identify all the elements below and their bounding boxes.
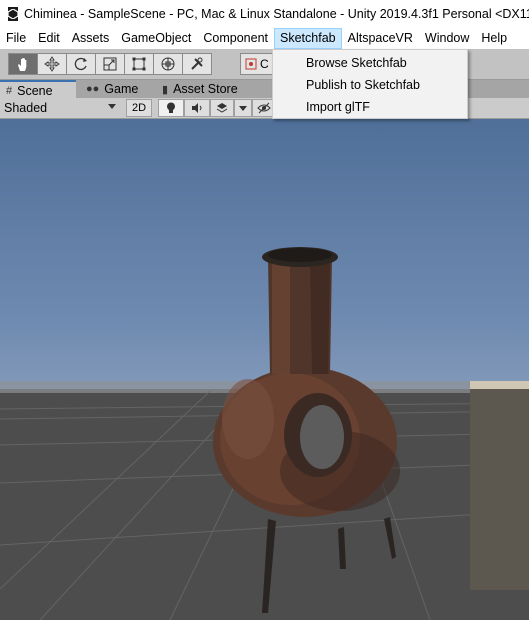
unity-icon xyxy=(8,7,18,21)
tab-scene-label: Scene xyxy=(17,83,53,98)
bag-icon: ▮ xyxy=(162,83,169,96)
menu-edit[interactable]: Edit xyxy=(32,28,66,49)
tab-scene[interactable]: # Scene xyxy=(0,80,76,99)
transform-tools xyxy=(8,53,212,75)
tab-asset-store[interactable]: ▮ Asset Store xyxy=(156,80,266,98)
shading-mode-value: Shaded xyxy=(4,101,48,115)
move-tool-button[interactable] xyxy=(37,53,67,75)
custom-tool-button[interactable] xyxy=(182,53,212,75)
speaker-icon xyxy=(192,103,202,113)
box-top xyxy=(470,381,529,389)
box-object xyxy=(470,385,529,590)
title-bar: Chiminea - SampleScene - PC, Mac & Linux… xyxy=(0,0,529,28)
chevron-down-icon xyxy=(108,104,116,109)
menu-item-browse-sketchfab[interactable]: Browse Sketchfab xyxy=(273,52,467,74)
pivot-icon xyxy=(245,58,257,70)
hand-tool-icon xyxy=(18,58,27,71)
menu-altspacevr[interactable]: AltspaceVR xyxy=(342,28,419,49)
menu-gameobject[interactable]: GameObject xyxy=(115,28,197,49)
menu-help[interactable]: Help xyxy=(475,28,513,49)
hand-tool-button[interactable] xyxy=(8,53,38,75)
layers-icon xyxy=(216,103,228,113)
sketchfab-dropdown-menu: Browse Sketchfab Publish to Sketchfab Im… xyxy=(272,49,468,119)
scale-tool-button[interactable] xyxy=(95,53,125,75)
rect-tool-button[interactable] xyxy=(124,53,154,75)
shading-mode-dropdown[interactable]: Shaded xyxy=(2,99,120,117)
menu-assets[interactable]: Assets xyxy=(66,28,116,49)
gamepad-icon: ●● xyxy=(86,83,100,95)
rect-tool-icon xyxy=(132,57,146,71)
grid-icon: # xyxy=(6,84,13,97)
mode-2d-label: 2D xyxy=(131,102,147,114)
move-tool-icon xyxy=(44,56,60,72)
custom-tool-icon xyxy=(191,57,203,70)
scene-viewport[interactable] xyxy=(0,119,529,620)
rotate-tool-icon xyxy=(74,57,87,71)
menu-bar: File Edit Assets GameObject Component Sk… xyxy=(0,28,529,49)
menu-item-publish-to-sketchfab[interactable]: Publish to Sketchfab xyxy=(273,74,467,96)
menu-window[interactable]: Window xyxy=(419,28,475,49)
audio-toggle[interactable] xyxy=(184,99,210,117)
rotate-tool-button[interactable] xyxy=(66,53,96,75)
caret-down-icon xyxy=(239,105,247,111)
menu-component[interactable]: Component xyxy=(197,28,274,49)
mode-2d-button[interactable]: 2D xyxy=(126,99,152,117)
transform-tool-icon xyxy=(161,57,175,71)
scene-render xyxy=(0,247,529,620)
lighting-toggle[interactable] xyxy=(158,99,184,117)
menu-item-import-gltf[interactable]: Import glTF xyxy=(273,96,467,118)
transform-tool-button[interactable] xyxy=(153,53,183,75)
menu-file[interactable]: File xyxy=(0,28,32,49)
pivot-label: C xyxy=(260,57,269,71)
eye-slash-icon xyxy=(257,102,271,114)
menu-sketchfab[interactable]: Sketchfab xyxy=(274,28,342,49)
window-title: Chiminea - SampleScene - PC, Mac & Linux… xyxy=(24,7,529,21)
effects-toggle[interactable] xyxy=(210,99,234,117)
lightbulb-icon xyxy=(167,102,175,113)
effects-dropdown[interactable] xyxy=(234,99,252,117)
scale-tool-icon xyxy=(103,57,117,71)
tab-game[interactable]: ●● Game xyxy=(80,80,154,98)
tab-asset-store-label: Asset Store xyxy=(173,82,238,96)
tab-game-label: Game xyxy=(104,82,139,96)
